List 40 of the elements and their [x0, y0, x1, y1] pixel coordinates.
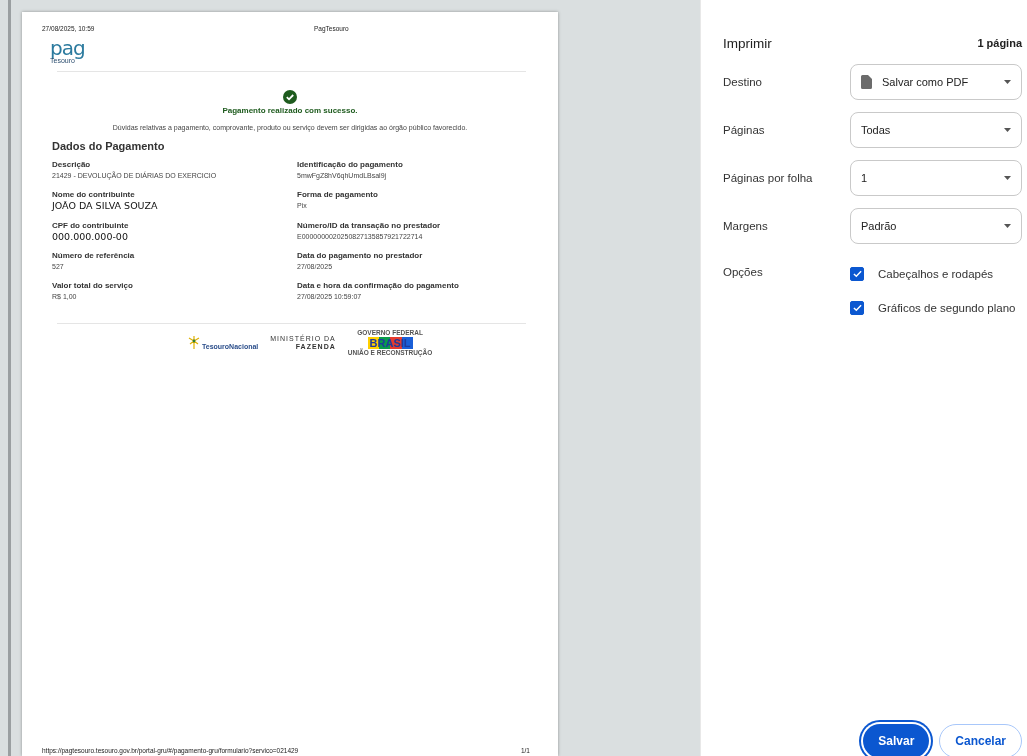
page-count: 1 página: [977, 37, 1022, 49]
setting-label: Destino: [723, 76, 763, 88]
setting-label: Páginas: [723, 124, 766, 136]
field-value: 000.000.000-00: [52, 230, 129, 242]
checkbox[interactable]: [850, 300, 864, 315]
section-title: Dados do Pagamento: [52, 140, 166, 152]
dialog-title: Imprimir: [723, 35, 772, 51]
field-label: Data do pagamento no prestador: [297, 250, 424, 260]
file-icon: [861, 75, 872, 89]
field-label: CPF do contribuinte: [52, 220, 130, 230]
cancel-button[interactable]: Cancelar: [939, 724, 1022, 756]
dropdown[interactable]: Todas: [850, 112, 1022, 148]
field-label: Descrição: [52, 160, 92, 169]
check-circle-icon: [283, 90, 297, 104]
field-label: Identificação do pagamento: [297, 160, 404, 169]
field-label: Número/ID da transação no prestador: [297, 220, 442, 230]
checkmark-icon: [852, 303, 862, 312]
caret-icon: [1004, 176, 1011, 180]
setting-label: Páginas por folha: [723, 172, 814, 184]
dropdown[interactable]: Padrão: [850, 208, 1022, 244]
dropdown[interactable]: 1: [850, 160, 1022, 196]
checkbox[interactable]: [850, 266, 864, 281]
checkbox-label: Cabeçalhos e rodapés: [878, 267, 994, 280]
field-label: Nome do contribuinte: [52, 190, 136, 200]
field-label: Número de referência: [52, 250, 136, 260]
caret-icon: [1004, 128, 1011, 132]
caret-icon: [1004, 80, 1011, 84]
checkbox-label: Gráficos de segundo plano: [878, 301, 1016, 314]
star-logo-icon: [187, 336, 201, 351]
dropdown[interactable]: Salvar como PDF: [850, 64, 1022, 100]
field-label: Valor total do serviço: [52, 281, 134, 291]
setting-label: Margens: [723, 220, 769, 232]
success-message: Pagamento realizado com sucesso.: [222, 106, 358, 115]
field-label: Forma de pagamento: [297, 190, 379, 200]
caret-icon: [1004, 224, 1011, 228]
field-value: JOÃO DA SILVA SOUZA: [52, 200, 159, 212]
logo-wordmark: pag: [50, 39, 85, 57]
checkmark-icon: [852, 269, 862, 278]
field-label: Data e hora da confirmação do pagamento: [297, 281, 460, 291]
setting-label: Opções: [723, 266, 764, 280]
